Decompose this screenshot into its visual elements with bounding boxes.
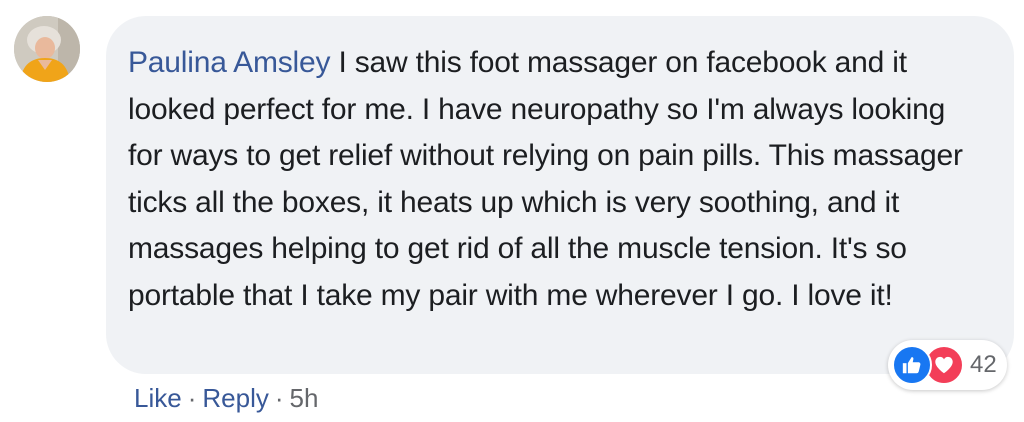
reaction-count: 42 <box>970 351 997 378</box>
like-icon <box>892 345 932 385</box>
reactions-summary[interactable]: 42 <box>888 340 1007 390</box>
separator-dot: · <box>274 383 284 413</box>
comment-bubble: Paulina Amsley I saw this foot massager … <box>106 16 1014 374</box>
timestamp[interactable]: 5h <box>290 383 319 413</box>
like-button[interactable]: Like <box>134 383 182 413</box>
avatar-image <box>14 16 80 82</box>
comment-text: I saw this foot massager on facebook and… <box>128 46 963 312</box>
reply-button[interactable]: Reply <box>202 383 268 413</box>
avatar[interactable] <box>14 16 80 82</box>
comment-actions: Like · Reply · 5h <box>134 378 318 418</box>
author-name-link[interactable]: Paulina Amsley <box>128 46 331 79</box>
separator-dot: · <box>187 383 197 413</box>
comment-body: Paulina Amsley I saw this foot massager … <box>128 40 984 319</box>
